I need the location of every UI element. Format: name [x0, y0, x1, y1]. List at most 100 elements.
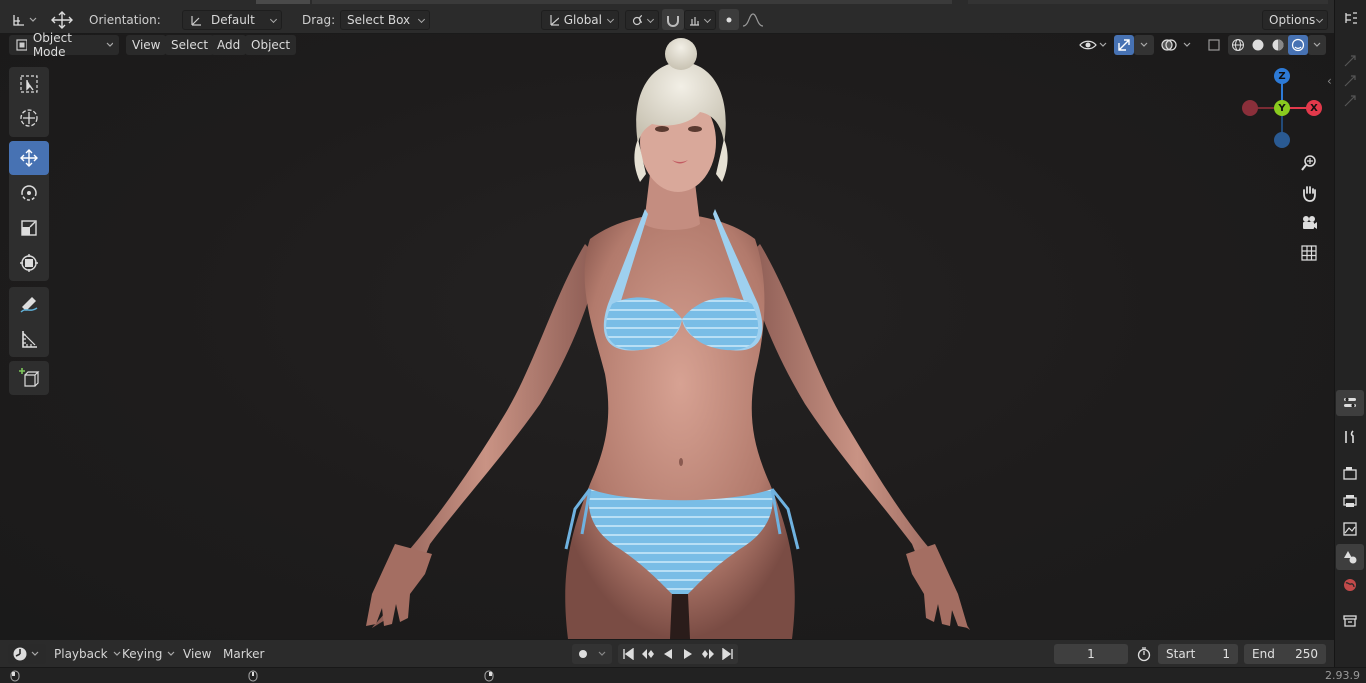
gizmo-y-label: Y: [1278, 102, 1286, 114]
mouse-middle-icon: [248, 670, 258, 683]
stopwatch-icon: [1137, 647, 1151, 662]
tool-pin-icon[interactable]: [1343, 94, 1359, 111]
tool-pin-icon[interactable]: [1343, 54, 1359, 71]
move-arrows-icon: [51, 10, 73, 29]
timeline-editor-type-button[interactable]: [8, 644, 46, 664]
proportional-dot-icon: [726, 17, 732, 22]
falloff-dropdown[interactable]: [741, 9, 767, 30]
move-tool-icon-button[interactable]: [48, 9, 76, 30]
menu-keying[interactable]: Keying: [116, 644, 184, 664]
play-button[interactable]: [678, 644, 698, 664]
orientation-dropdown[interactable]: Default: [182, 9, 282, 30]
transform-tool[interactable]: [9, 246, 49, 280]
tab-output-properties[interactable]: [1336, 488, 1364, 514]
add-cube-icon: [19, 368, 40, 387]
end-frame-field[interactable]: End 250: [1244, 644, 1326, 664]
shading-dropdown[interactable]: [1308, 35, 1326, 55]
gizmo-dropdown[interactable]: [1134, 35, 1154, 55]
character-model[interactable]: [0, 34, 1334, 639]
play-reverse-button[interactable]: [658, 644, 678, 664]
transform-orientation-dropdown[interactable]: Global: [541, 9, 619, 30]
cursor-crosshair-icon: [20, 109, 38, 127]
mode-dropdown[interactable]: Object Mode: [9, 31, 119, 59]
jump-to-keyframe-forward-button[interactable]: [698, 644, 718, 664]
scale-tool[interactable]: [9, 211, 49, 245]
tab-scene-properties[interactable]: [1336, 544, 1364, 570]
transform-icon: [20, 254, 38, 272]
gizmo-neg-x-axis[interactable]: [1242, 100, 1258, 116]
move-icon: [20, 149, 38, 167]
menu-timeline-view[interactable]: View: [177, 644, 217, 664]
ruler-icon: [22, 331, 37, 348]
snap-target-dropdown[interactable]: [684, 9, 716, 30]
tab-collection-properties[interactable]: [1336, 608, 1364, 634]
material-shading-button[interactable]: [1268, 35, 1288, 55]
hair-bun: [665, 38, 697, 70]
gizmo-z-axis[interactable]: Z: [1274, 68, 1290, 84]
camera-icon[interactable]: [1296, 210, 1322, 236]
overlays-dropdown[interactable]: [1158, 35, 1198, 55]
annotate-tool[interactable]: [9, 287, 49, 321]
pivot-point-dropdown[interactable]: [625, 9, 659, 30]
sidebar-collapse-icon[interactable]: ‹: [1327, 74, 1332, 88]
menu-add[interactable]: Add: [211, 35, 247, 55]
proportional-editing-button[interactable]: [719, 9, 739, 30]
material-sphere-icon: [1272, 39, 1284, 51]
jump-to-start-button[interactable]: [618, 644, 638, 664]
jump-start-icon: [623, 648, 634, 660]
properties-editor-toggle[interactable]: [1336, 390, 1364, 416]
menu-marker[interactable]: Marker: [217, 644, 270, 664]
start-frame-field[interactable]: Start 1: [1158, 644, 1238, 664]
rotate-tool[interactable]: [9, 176, 49, 210]
menu-object[interactable]: Object: [245, 35, 297, 55]
xray-toggle[interactable]: [1204, 35, 1224, 55]
menu-view[interactable]: View: [126, 35, 167, 55]
gizmo-neg-z-axis[interactable]: [1274, 132, 1290, 148]
solid-shading-button[interactable]: [1248, 35, 1268, 55]
workspace-tabs[interactable]: [312, 0, 952, 4]
rendered-shading-button[interactable]: [1288, 35, 1308, 55]
add-cube-tool[interactable]: [9, 361, 49, 395]
wireframe-sphere-icon: [1232, 39, 1244, 51]
end-frame-label: End: [1252, 647, 1275, 661]
workspace-tab-active[interactable]: [256, 0, 310, 4]
render-camera-icon: [1343, 467, 1357, 480]
jump-to-keyframe-back-button[interactable]: [638, 644, 658, 664]
scene-selector-strip[interactable]: [968, 0, 1328, 4]
auto-keying-button[interactable]: [572, 644, 612, 664]
gizmo-y-axis[interactable]: Y: [1274, 100, 1290, 116]
zoom-icon[interactable]: [1296, 150, 1322, 176]
tab-tool-properties[interactable]: [1336, 424, 1364, 450]
gizmo-x-axis[interactable]: X: [1306, 100, 1322, 116]
tab-render-properties[interactable]: [1336, 460, 1364, 486]
tab-view-layer-properties[interactable]: [1336, 516, 1364, 542]
editor-type-button[interactable]: [8, 9, 40, 30]
cursor-tool[interactable]: [9, 101, 49, 135]
tool-pin-icon[interactable]: [1343, 74, 1359, 91]
move-tool[interactable]: [9, 141, 49, 175]
3d-viewport[interactable]: Z X Y: [0, 34, 1334, 639]
jump-to-end-button[interactable]: [718, 644, 738, 664]
outliner-icon[interactable]: [1343, 10, 1359, 29]
pivot-link-icon: [632, 14, 642, 25]
orientation-label: Orientation:: [89, 12, 161, 27]
snap-toggle-button[interactable]: [662, 9, 684, 30]
preview-range-toggle[interactable]: [1134, 644, 1154, 664]
options-dropdown[interactable]: Options: [1262, 9, 1328, 30]
menu-object-label: Object: [251, 38, 291, 52]
measure-tool[interactable]: [9, 322, 49, 356]
current-frame-field[interactable]: 1: [1054, 644, 1128, 664]
menu-select[interactable]: Select: [165, 35, 215, 55]
chevron-down-icon: [106, 42, 113, 47]
hand-pan-icon[interactable]: [1296, 180, 1322, 206]
wireframe-shading-button[interactable]: [1228, 35, 1248, 55]
tab-world-properties[interactable]: [1336, 572, 1364, 598]
select-box-tool[interactable]: [9, 67, 49, 101]
wrench-screwdriver-icon: [1345, 430, 1354, 443]
options-label: Options: [1269, 12, 1316, 27]
gizmo-toggle-button[interactable]: [1114, 35, 1134, 55]
status-bar: 2.93.9: [0, 667, 1366, 683]
visibility-dropdown[interactable]: [1076, 35, 1110, 55]
drag-dropdown[interactable]: Select Box: [340, 9, 430, 30]
grid-ortho-icon[interactable]: [1296, 240, 1322, 266]
